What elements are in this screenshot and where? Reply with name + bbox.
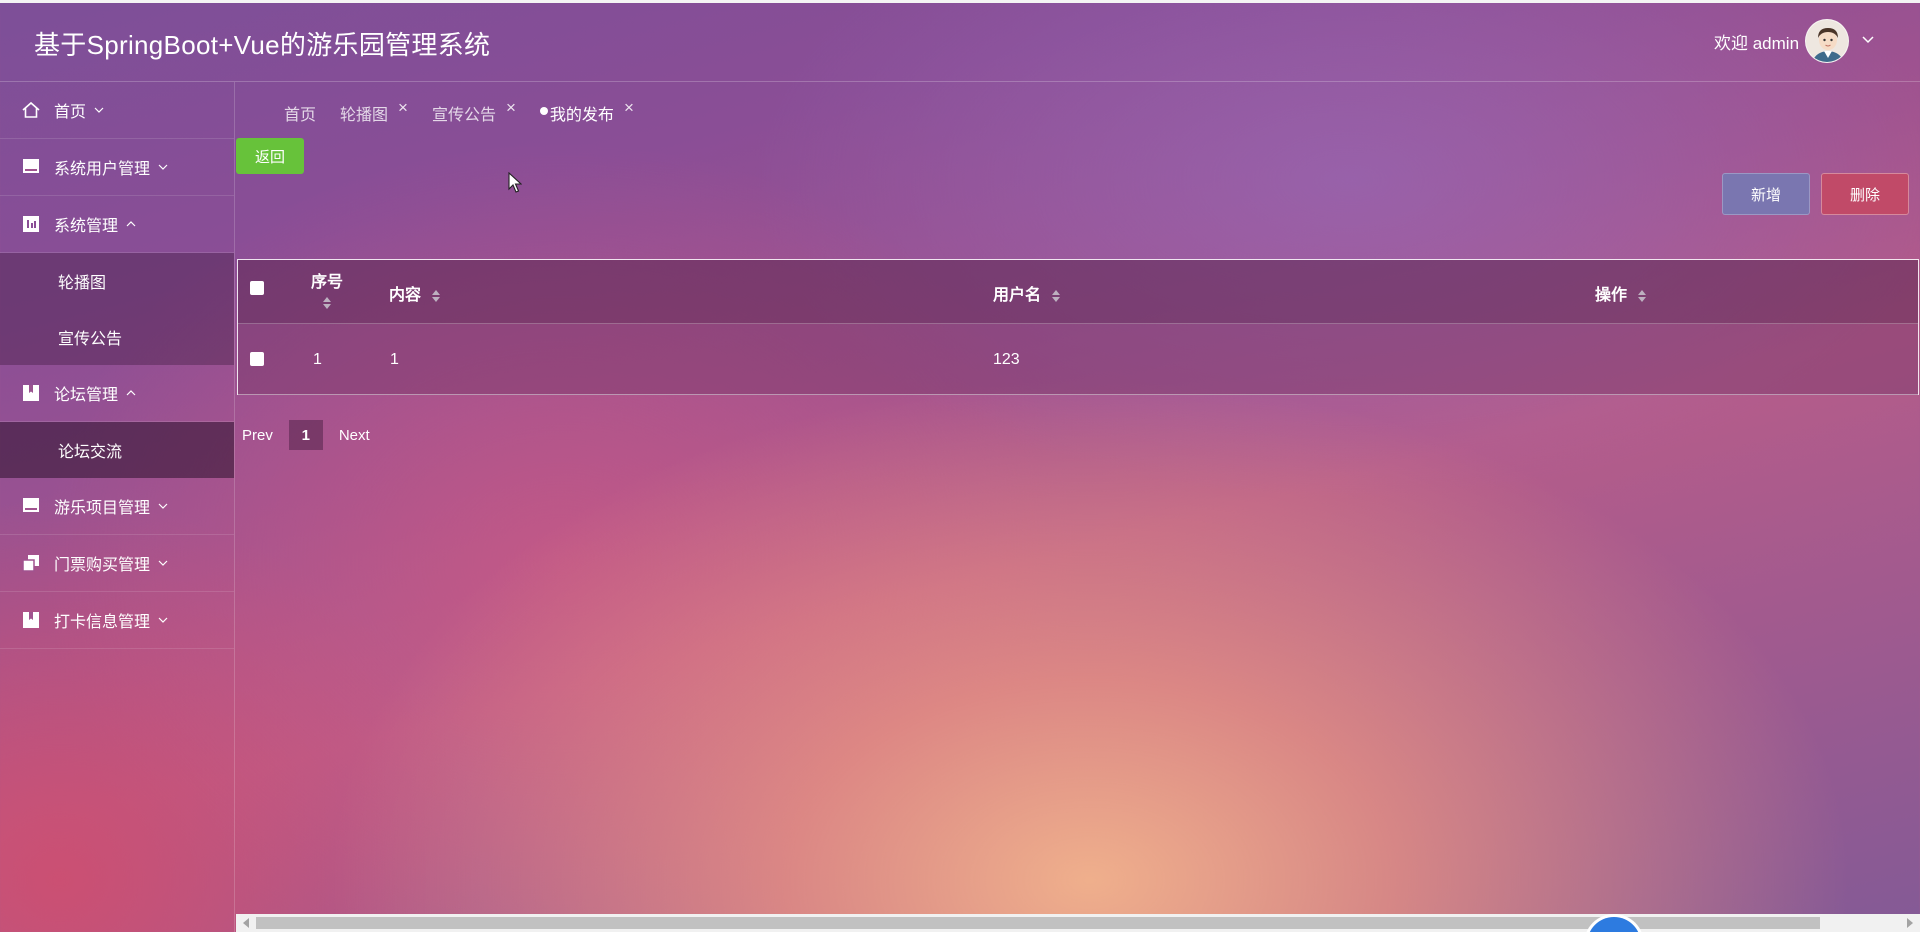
monitor-icon [20, 495, 42, 517]
prev-page-button[interactable]: Prev [242, 427, 273, 444]
bookmark-icon [20, 609, 42, 631]
sidebar-subitem-carousel[interactable]: 轮播图 [0, 253, 234, 309]
column-header-action[interactable]: 操作 [1595, 281, 1647, 305]
close-icon[interactable]: × [506, 99, 516, 116]
sort-icon[interactable] [1637, 288, 1647, 304]
chevron-down-icon[interactable] [1861, 33, 1875, 47]
tab-bar: 首页 轮播图 × 宣传公告 × 我的发布 × [284, 99, 658, 126]
chevron-down-icon [158, 503, 168, 509]
welcome-text: 欢迎 admin [1714, 34, 1800, 53]
sort-icon[interactable] [1051, 288, 1061, 304]
sidebar-item-forum-management[interactable]: 论坛管理 [0, 365, 234, 422]
scroll-right-icon[interactable] [1907, 918, 1913, 928]
sidebar-item-home[interactable]: 首页 [0, 82, 234, 139]
header-bar: 基于SpringBoot+Vue的游乐园管理系统 欢迎 admin [0, 3, 1920, 82]
chevron-down-icon [158, 560, 168, 566]
table-row[interactable]: 1 1 123 [238, 324, 1918, 395]
user-avatar-icon[interactable] [1805, 19, 1849, 63]
tab-label: 轮播图 [340, 107, 389, 124]
column-label: 序号 [310, 274, 343, 291]
mouse-cursor-icon [508, 172, 522, 193]
chevron-down-icon [158, 617, 168, 623]
sidebar-item-label: 系统用户管理 [54, 161, 151, 178]
column-header-username[interactable]: 用户名 [993, 281, 1061, 305]
copy-icon [20, 552, 42, 574]
sidebar: 首页 系统用户管理 系统管理 轮播图 宣传公告 论坛管理 论坛交流 游乐项目管理 [0, 82, 235, 932]
home-icon [20, 99, 42, 121]
scrollbar-thumb[interactable] [256, 917, 1820, 929]
bookmark-icon [20, 382, 42, 404]
sidebar-item-ticket-management[interactable]: 门票购买管理 [0, 535, 234, 592]
chevron-up-icon [126, 390, 136, 396]
page-number-current[interactable]: 1 [288, 420, 323, 450]
tab-label: 宣传公告 [431, 107, 496, 124]
sidebar-subitem-forum[interactable]: 论坛交流 [0, 422, 234, 478]
tab-announcement[interactable]: 宣传公告 × [431, 99, 516, 125]
chart-icon [20, 213, 42, 235]
column-label: 内容 [389, 287, 422, 304]
sidebar-item-label: 首页 [54, 104, 87, 121]
tab-home[interactable]: 首页 [284, 101, 316, 125]
chevron-down-icon [94, 107, 104, 113]
sort-icon[interactable] [322, 295, 332, 311]
chevron-up-icon [126, 221, 136, 227]
table-header: 序号 内容 用户名 操作 [238, 260, 1918, 324]
column-label: 用户名 [993, 287, 1042, 304]
sidebar-item-label: 系统管理 [54, 218, 119, 235]
row-checkbox[interactable] [250, 352, 264, 366]
cell-content: 1 [390, 351, 399, 368]
sort-icon[interactable] [431, 288, 441, 304]
tab-label: 首页 [284, 107, 317, 124]
sidebar-item-label: 门票购买管理 [54, 557, 151, 574]
posts-table: 序号 内容 用户名 操作 1 1 123 [237, 259, 1919, 395]
active-dot-icon [539, 107, 548, 115]
cell-index: 1 [313, 351, 322, 368]
sidebar-subitem-announcement[interactable]: 宣传公告 [0, 309, 234, 365]
scroll-left-icon[interactable] [243, 918, 249, 928]
tab-my-posts[interactable]: 我的发布 × [539, 99, 634, 125]
app-title: 基于SpringBoot+Vue的游乐园管理系统 [34, 30, 491, 60]
column-header-content[interactable]: 内容 [389, 281, 441, 305]
monitor-icon [20, 156, 42, 178]
close-icon[interactable]: × [624, 99, 634, 116]
sidebar-item-system-users[interactable]: 系统用户管理 [0, 139, 234, 196]
next-page-button[interactable]: Next [339, 427, 370, 444]
column-header-index[interactable]: 序号 [310, 268, 344, 316]
chevron-down-icon [158, 164, 168, 170]
tab-label: 我的发布 [549, 107, 614, 124]
back-button[interactable]: 返回 [236, 138, 304, 174]
sidebar-item-system-management[interactable]: 系统管理 [0, 196, 234, 253]
sidebar-item-label: 论坛管理 [54, 387, 119, 404]
sidebar-item-checkin-management[interactable]: 打卡信息管理 [0, 592, 234, 649]
tab-carousel[interactable]: 轮播图 × [340, 99, 408, 125]
close-icon[interactable]: × [398, 99, 408, 116]
sidebar-item-rides-management[interactable]: 游乐项目管理 [0, 478, 234, 535]
select-all-checkbox[interactable] [250, 281, 264, 295]
horizontal-scrollbar[interactable] [236, 914, 1920, 932]
delete-button[interactable]: 删除 [1821, 173, 1909, 215]
add-button[interactable]: 新增 [1722, 173, 1810, 215]
cell-username: 123 [993, 351, 1020, 368]
column-label: 操作 [1595, 287, 1628, 304]
pagination: Prev 1 Next [242, 420, 370, 450]
sidebar-item-label: 打卡信息管理 [54, 614, 151, 631]
sidebar-item-label: 游乐项目管理 [54, 500, 151, 517]
